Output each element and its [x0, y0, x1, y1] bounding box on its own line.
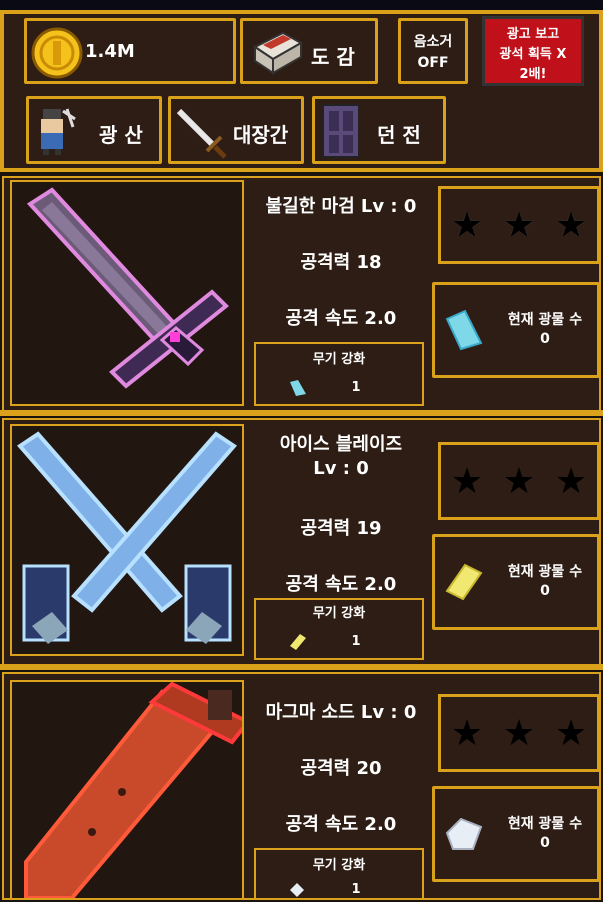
- ore-icon: [290, 380, 306, 396]
- ore-count: 0: [540, 331, 550, 347]
- star-rating: ★ ★ ★: [438, 186, 600, 264]
- star-icon: ★: [502, 204, 536, 246]
- weapon-name: 아이스 블레이즈: [279, 434, 403, 455]
- ore-label: 현재 광물 수: [507, 816, 583, 832]
- upgrade-title: 무기 강화: [312, 858, 366, 873]
- star-icon: ★: [450, 712, 484, 754]
- sword-icon: [176, 108, 227, 159]
- ore-count-panel: 현재 광물 수 0: [432, 786, 600, 882]
- book-icon: [253, 31, 304, 75]
- weapon-level: Lv : 0: [313, 458, 369, 479]
- gold-coin-icon: [31, 27, 83, 79]
- weapon-attack: 공격력 20: [300, 758, 382, 779]
- upgrade-cost: 1: [351, 882, 361, 897]
- gold-display: 1.4M: [24, 18, 236, 84]
- upgrade-cost: 1: [351, 380, 361, 395]
- nav-dungeon-label: 던 전: [377, 123, 421, 147]
- ore-count-panel: 현재 광물 수 0: [432, 534, 600, 630]
- weapon-name: 불길한 마검 Lv : 0: [265, 196, 417, 217]
- weapon-art-ice-blaze: [10, 424, 244, 656]
- weapon-speed: 공격 속도 2.0: [285, 814, 397, 835]
- star-icon: ★: [502, 460, 536, 502]
- star-icon: ★: [554, 712, 588, 754]
- mute-toggle[interactable]: 음소거 OFF: [398, 18, 468, 84]
- codex-label: 도 감: [311, 45, 355, 69]
- nav-smithy-label: 대장간: [233, 123, 289, 147]
- ice-ore-icon: [445, 309, 483, 351]
- star-rating: ★ ★ ★: [438, 694, 600, 772]
- card-divider: [0, 410, 603, 416]
- star-icon: ★: [554, 460, 588, 502]
- mute-label: 음소거: [413, 34, 453, 50]
- upgrade-title: 무기 강화: [312, 352, 366, 367]
- nav-mine-button[interactable]: 광 산: [26, 96, 162, 164]
- weapon-speed: 공격 속도 2.0: [285, 574, 397, 595]
- nav-dungeon-button[interactable]: 던 전: [312, 96, 446, 164]
- star-icon: ★: [450, 204, 484, 246]
- star-icon: ★: [502, 712, 536, 754]
- upgrade-button[interactable]: 무기 강화 1: [254, 848, 424, 900]
- ad-line1: 광고 보고: [506, 27, 560, 42]
- weapon-art-cursed-sword: [10, 180, 244, 406]
- cursed-sword-icon: [26, 187, 229, 389]
- status-bar: [0, 0, 603, 10]
- gold-amount: 1.4M: [85, 41, 135, 62]
- upgrade-cost: 1: [351, 634, 361, 649]
- white-ore-icon: [445, 817, 483, 850]
- ad-line3: 2배!: [519, 67, 547, 82]
- upgrade-button[interactable]: 무기 강화 1: [254, 598, 424, 660]
- magma-sword-icon: [24, 681, 252, 900]
- mute-state: OFF: [417, 55, 449, 71]
- upgrade-title: 무기 강화: [312, 606, 366, 621]
- weapon-attack: 공격력 18: [300, 252, 382, 273]
- ore-count: 0: [540, 835, 550, 851]
- ad-reward-button[interactable]: 광고 보고 광석 획득 X 2배!: [482, 16, 584, 86]
- ore-count: 0: [540, 583, 550, 599]
- door-icon: [322, 104, 360, 158]
- yellow-ore-icon: [445, 563, 483, 601]
- ore-icon: [290, 883, 304, 897]
- star-rating: ★ ★ ★: [438, 442, 600, 520]
- card-divider: [0, 664, 603, 670]
- ore-icon: [290, 634, 306, 650]
- upgrade-button[interactable]: 무기 강화 1: [254, 342, 424, 406]
- weapon-speed: 공격 속도 2.0: [285, 308, 397, 329]
- weapon-attack: 공격력 19: [300, 518, 382, 539]
- ice-blaze-icon: [17, 431, 237, 644]
- weapon-name: 마그마 소드 Lv : 0: [265, 702, 417, 723]
- nav-smithy-button[interactable]: 대장간: [168, 96, 304, 164]
- miner-icon: [41, 108, 76, 155]
- star-icon: ★: [554, 204, 588, 246]
- star-icon: ★: [450, 460, 484, 502]
- weapon-art-magma-sword: [10, 680, 252, 900]
- ore-label: 현재 광물 수: [507, 312, 583, 328]
- codex-button[interactable]: 도 감: [240, 18, 378, 84]
- ore-count-panel: 현재 광물 수 0: [432, 282, 600, 378]
- ad-line2: 광석 획득 X: [499, 47, 567, 62]
- ore-label: 현재 광물 수: [507, 564, 583, 580]
- nav-mine-label: 광 산: [99, 123, 143, 147]
